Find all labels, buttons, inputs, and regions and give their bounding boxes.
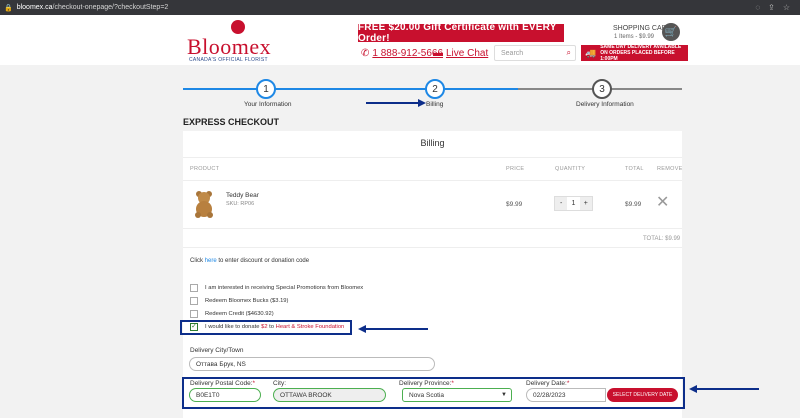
annotation-arrow-delivery-line [697, 388, 759, 390]
date-label: Delivery Date:* [526, 380, 569, 387]
url-path: /checkout-onepage/?checkoutStep=2 [52, 4, 169, 11]
phone-icon: ✆ [361, 48, 370, 59]
redeem-credit-label: Redeem Credit ($4630.92) [205, 311, 274, 317]
product-sku: SKU: RP06 [226, 201, 255, 207]
province-label-text: Delivery Province: [399, 380, 452, 387]
teddy-bear-image [195, 191, 213, 218]
browser-address-bar[interactable]: 🔒 bloomex.ca/checkout-onepage/?checkoutS… [0, 0, 800, 15]
divider [183, 228, 682, 229]
delivery-date-input[interactable]: 02/28/2023 [526, 388, 606, 402]
url-domain: bloomex.ca [16, 4, 53, 11]
annotation-arrow-billing [366, 102, 418, 104]
donation-org: Heart & Stroke Foundation [275, 324, 345, 330]
donation-mid: to [269, 324, 275, 330]
date-label-text: Delivery Date: [526, 380, 567, 387]
step-2-circle[interactable]: 2 [425, 79, 445, 99]
annotation-arrowhead-delivery [689, 385, 697, 393]
search-placeholder: Search [501, 49, 524, 57]
col-remove: REMOVE [657, 166, 683, 172]
flower-logo-icon [231, 20, 245, 34]
delivery-city-town-input[interactable]: Оттава Брук, NS [189, 357, 435, 371]
divider [183, 247, 682, 248]
donation-amount: $2 [261, 324, 268, 330]
city-input: OTTAWA BROOK [273, 388, 386, 402]
cart-icon[interactable]: 🛒 [662, 23, 680, 41]
province-label: Delivery Province:* [399, 380, 454, 387]
province-value: Nova Scotia [409, 391, 445, 399]
required-mark: * [566, 380, 570, 387]
cart-summary[interactable]: 1 Items - $9.99 [614, 34, 654, 40]
live-chat-link[interactable]: ▬ Live Chat [433, 48, 488, 59]
promotions-label: I am interested in receiving Special Pro… [205, 285, 364, 291]
bloomex-bucks-checkbox[interactable] [190, 297, 198, 305]
col-product: PRODUCT [190, 166, 220, 172]
search-input[interactable]: Search ⌕ [494, 45, 576, 61]
product-total: $9.99 [625, 201, 642, 208]
delivery-city-town-label: Delivery City/Town [190, 347, 244, 354]
search-icon[interactable]: ⌕ [567, 48, 571, 58]
annotation-arrowhead-billing [418, 99, 426, 107]
col-total: TOTAL [625, 166, 644, 172]
postal-code-label-text: Delivery Postal Code: [190, 380, 253, 387]
billing-panel [183, 131, 682, 418]
required-mark: * [451, 380, 454, 387]
annotation-arrow-donation-line [366, 328, 428, 330]
step-3-circle[interactable]: 3 [592, 79, 612, 99]
qty-plus-button[interactable]: + [579, 197, 592, 210]
grand-total: TOTAL: $9.99 [643, 236, 681, 242]
phone-link[interactable]: ✆ 1 888-912-5666 [361, 48, 443, 59]
product-name[interactable]: Teddy Bear [226, 192, 259, 199]
qty-value[interactable]: 1 [567, 197, 580, 210]
postal-code-label: Delivery Postal Code:* [190, 380, 255, 387]
qty-minus-button[interactable]: - [555, 197, 568, 210]
share-icon[interactable]: ⇪ [768, 3, 775, 12]
col-quantity: QUANTITY [555, 166, 586, 172]
panel-title: Billing [420, 138, 445, 148]
eye-off-icon[interactable]: ◌ [755, 3, 760, 12]
discount-pre: Click [190, 258, 203, 264]
divider [183, 180, 682, 181]
redeem-credit-checkbox[interactable] [190, 310, 198, 318]
same-day-delivery-banner: 🚚 SAME DAY DELIVERY AVAILABLE ON ORDERS P… [581, 44, 688, 62]
postal-code-input[interactable]: B0E1T0 [189, 388, 261, 402]
step-1-circle[interactable]: 1 [256, 79, 276, 99]
product-price: $9.99 [506, 201, 523, 208]
donation-pre: I would like to donate [205, 324, 260, 330]
truck-icon: 🚚 [585, 47, 597, 58]
live-chat-label: Live Chat [446, 48, 489, 59]
quantity-stepper: - 1 + [554, 196, 593, 211]
step-2-label: Billing [426, 101, 444, 108]
annotation-arrowhead-donation [358, 325, 366, 333]
discount-post: to enter discount or donation code [218, 258, 310, 264]
progress-line-done [183, 88, 518, 90]
chat-icon: ▬ [433, 48, 443, 59]
step-1-label: Your Information [244, 101, 292, 108]
lock-icon: 🔒 [4, 4, 13, 12]
chevron-down-icon: ▼ [501, 392, 507, 398]
select-delivery-date-button[interactable]: SELECT DELIVERY DATE [607, 388, 678, 402]
bloomex-bucks-label: Redeem Bloomex Bucks ($3.19) [205, 298, 289, 304]
remove-item-icon[interactable]: ✕ [656, 195, 669, 211]
required-mark: * [252, 380, 256, 387]
discount-line: Click here to enter discount or donation… [190, 258, 309, 264]
city-label: City: [273, 380, 286, 387]
donation-checkbox[interactable]: ✓ [190, 323, 198, 331]
logo-tagline: CANADA'S OFFICIAL FLORIST [189, 57, 268, 63]
col-price: PRICE [506, 166, 525, 172]
divider [183, 157, 682, 158]
discount-link[interactable]: here [205, 258, 217, 264]
page-title: EXPRESS CHECKOUT [183, 117, 280, 127]
promotions-checkbox[interactable] [190, 284, 198, 292]
star-icon[interactable]: ☆ [783, 3, 790, 12]
province-select[interactable]: Nova Scotia ▼ [402, 388, 512, 402]
same-day-text: SAME DAY DELIVERY AVAILABLE ON ORDERS PL… [600, 44, 682, 62]
step-3-label: Delivery Information [576, 101, 634, 108]
gift-certificate-banner[interactable]: FREE $20.00 Gift Certificate with EVERY … [358, 22, 564, 44]
donation-label: I would like to donate $2 to Heart & Str… [205, 324, 344, 330]
